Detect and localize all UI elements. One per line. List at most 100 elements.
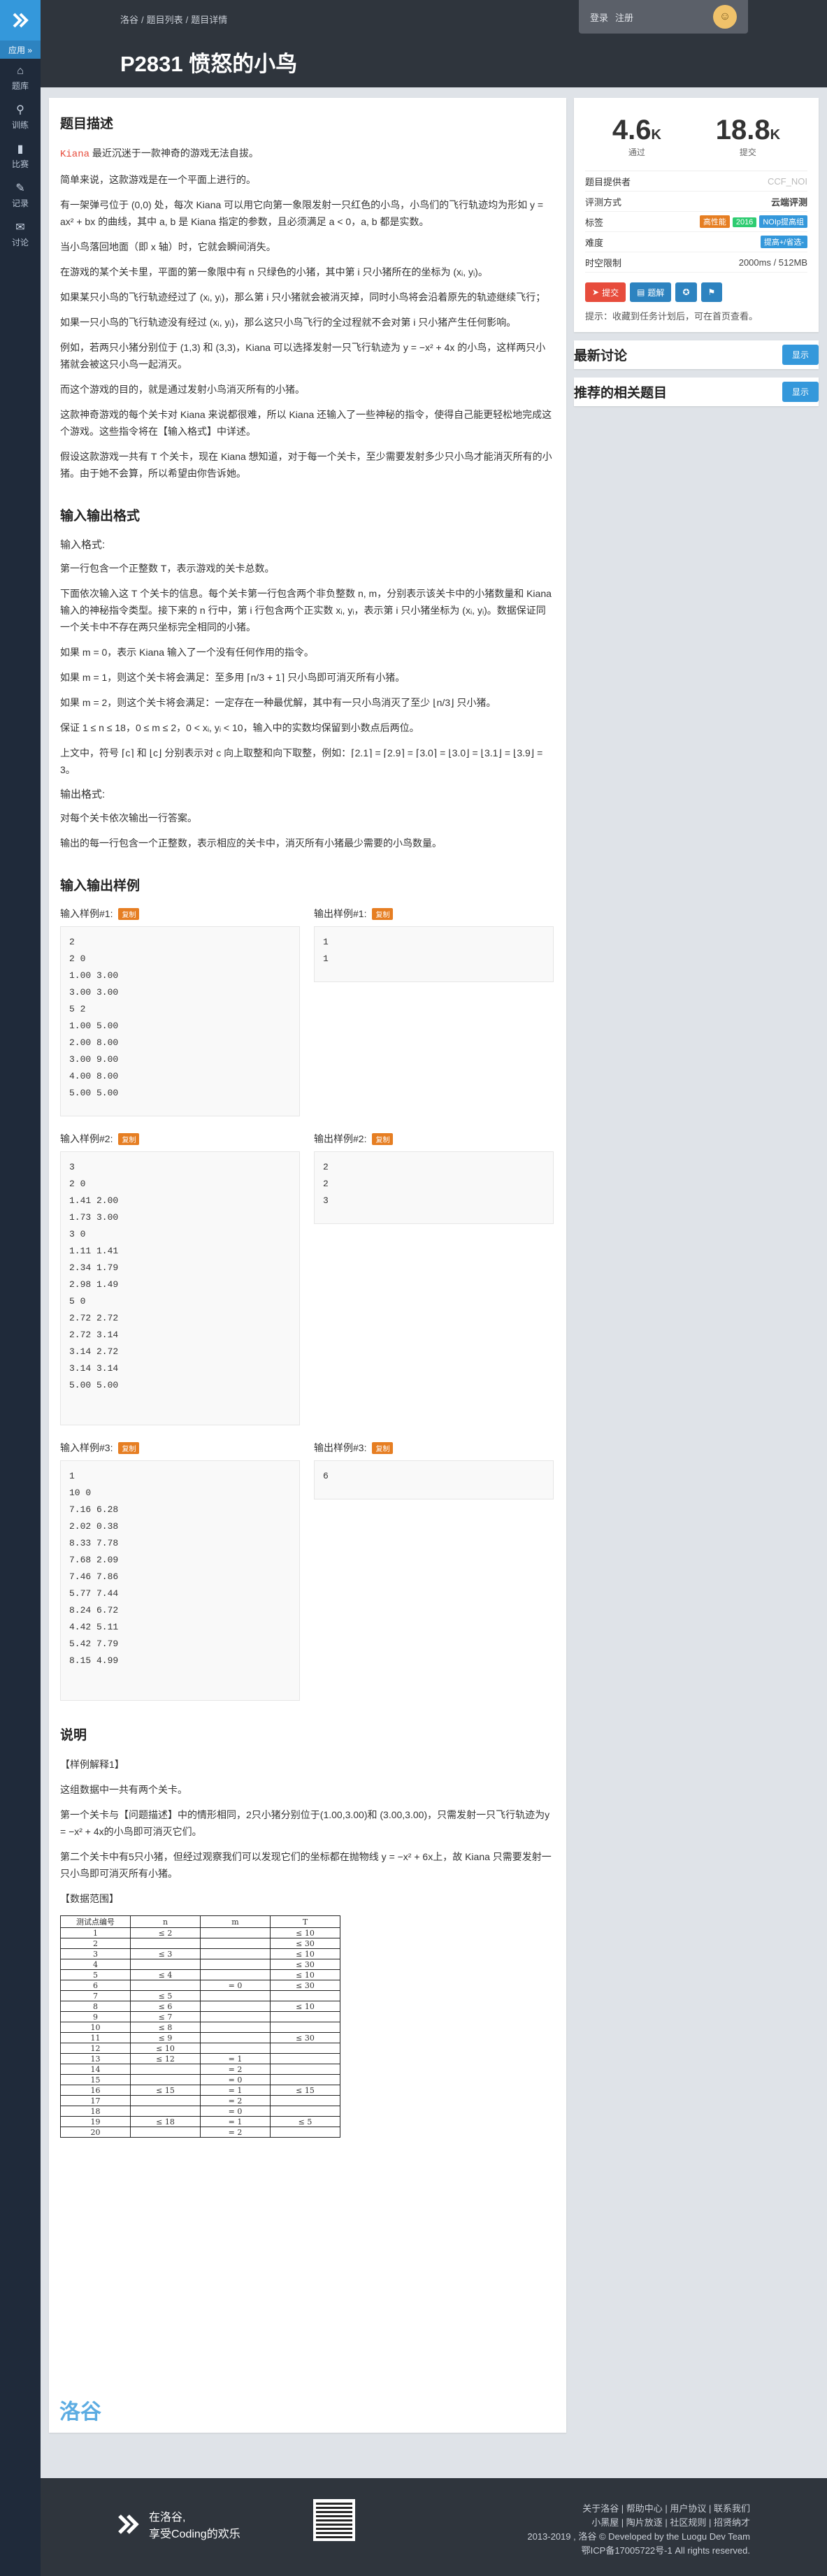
table-cell [200,2043,271,2054]
show-button[interactable]: 显示 [782,345,819,365]
table-cell [270,2022,340,2033]
input-format-label: 输入格式: [60,539,106,551]
paragraph: 第一个关卡与【问题描述】中的情形相同，2只小猪分别位于(1.00,3.00)和 … [60,1809,550,1837]
table-cell: = 1 [200,2085,271,2096]
copy-button[interactable]: 复制 [118,1132,140,1145]
table-row: 17 = 2 [60,2095,340,2106]
tag-icon: ⚑ [707,287,716,297]
tag-badge[interactable]: 2016 [732,217,757,227]
table-row: 7 ≤ 5 [60,1990,340,2001]
book-icon: ⌂ [17,65,24,77]
nav-discuss[interactable]: ✉ 讨论 [0,215,41,254]
table-cell: ≤ 5 [130,1990,201,2001]
table-cell: = 1 [200,2053,271,2064]
book-icon: ▤ [637,287,645,297]
nav-label: 题库 [11,81,29,91]
tag-button[interactable]: ⚑ [700,282,723,302]
table-cell: 10 [60,2022,131,2033]
table-cell [130,2095,201,2106]
paragraph: 而这个游戏的目的，就是通过发射小鸟消灭所有的小猪。 [60,384,305,395]
copy-button[interactable]: 复制 [372,1132,394,1145]
submit-stat: 18.8K 提交 [715,115,781,157]
table-cell: 9 [60,2011,131,2022]
nav-contest[interactable]: ▮ 比赛 [0,137,41,176]
table-cell: 14 [60,2064,131,2075]
provider-link[interactable]: CCF_NOI [768,176,807,187]
table-cell: ≤ 15 [130,2085,201,2096]
star-button[interactable]: ✪ [675,282,697,302]
table-row: 16 ≤ 15 = 1 ≤ 15 [60,2085,340,2096]
table-row: 10 ≤ 8 [60,2022,340,2033]
table-cell: 13 [60,2053,131,2064]
section-title: 输入输出格式 [60,509,141,524]
sample-output: 1 1 [314,926,554,982]
nav-label: 讨论 [11,238,29,247]
copy-button[interactable]: 复制 [372,1441,394,1454]
page-header: 洛谷 / 题目列表 / 题目详情 P2831 愤怒的小鸟 登录 注册 ☺ [41,0,827,87]
table-cell: 17 [60,2095,131,2106]
luogu-logo-icon[interactable] [0,0,41,41]
copy-button[interactable]: 复制 [118,907,140,920]
table-row: 19 ≤ 18 = 1 ≤ 5 [60,2116,340,2127]
paragraph: 当小鸟落回地面（即 x 轴）时，它就会瞬间消失。 [60,241,276,252]
tag-badge[interactable]: 高性能 [699,215,730,228]
table-cell: = 2 [200,2095,271,2106]
table-cell: 12 [60,2043,131,2054]
sample-output-label: 输出样例#3: [314,1442,367,1453]
sample-output-label: 输出样例#1: [314,908,367,919]
table-row: 20 = 2 [60,2127,340,2138]
nav-records[interactable]: ✎ 记录 [0,176,41,215]
table-row: 13 ≤ 12 = 1 [60,2053,340,2064]
apps-toggle[interactable]: 应用 » [0,41,41,59]
table-row: 1 ≤ 2 ≤ 10 [60,1927,340,1938]
solution-button[interactable]: ▤ 题解 [630,282,672,302]
table-cell [200,2032,271,2043]
table-cell [200,2022,271,2033]
table-cell [200,1990,271,2001]
table-row: 4 ≤ 30 [60,1959,340,1970]
breadcrumb-problem-list[interactable]: 题目列表 [147,15,183,25]
table-header: n [130,1915,201,1928]
paragraph: 下面依次输入这 T 个关卡的信息。每个关卡第一行包含两个非负整数 n, m，分别… [60,588,552,633]
show-button[interactable]: 显示 [782,382,819,402]
table-cell: ≤ 5 [270,2116,340,2127]
copy-button[interactable]: 复制 [372,907,394,920]
paragraph: 输出的每一行包含一个正整数，表示相应的关卡中，消灭所有小猪最少需要的小鸟数量。 [60,837,442,849]
table-row: 11 ≤ 9 ≤ 30 [60,2032,340,2043]
nav-training[interactable]: ⚲ 训练 [0,98,41,137]
breadcrumb: 洛谷 / 题目列表 / 题目详情 [120,15,228,25]
paragraph: 如果某只小鸟的飞行轨迹经过了 (xᵢ, yᵢ)，那么第 i 只小猪就会被消灭掉，… [60,292,546,303]
submit-button[interactable]: ➤ 提交 [585,282,626,302]
user-box: 登录 注册 ☺ [579,0,748,34]
slogan: 享受Coding的欢乐 [149,2528,240,2540]
section-title: 题目描述 [60,117,114,131]
table-cell [200,2011,271,2022]
bar-chart-icon: ▮ [17,143,24,155]
table-cell: 20 [60,2127,131,2138]
paragraph: 如果 m = 2，则这个关卡将会满足：一定存在一种最优解，其中有一只小鸟消灭了至… [60,697,496,708]
breadcrumb-home[interactable]: 洛谷 [120,15,138,25]
footer-line[interactable]: 关于洛谷 | 帮助中心 | 用户协议 | 联系我们 [527,2502,750,2516]
copy-button[interactable]: 复制 [118,1441,140,1454]
tag-badge[interactable]: NOIp提高组 [759,215,807,228]
footer-line[interactable]: 小黑屋 | 陶片放逐 | 社区规则 | 招贤纳才 [527,2516,750,2530]
description-section: 题目描述 Kiana 最近沉迷于一款神奇的游戏无法自拔。 简单来说，这款游戏是在… [60,113,554,482]
sample-input: 1 10 0 7.16 6.28 2.02 0.38 8.33 7.78 7.6… [60,1460,300,1701]
table-cell [130,2064,201,2075]
nav-problems[interactable]: ⌂ 题库 [0,59,41,98]
avatar[interactable]: ☺ [713,5,737,29]
table-cell: ≤ 10 [270,1969,340,1980]
star-icon: ✪ [682,287,690,297]
login-link[interactable]: 登录 [590,10,608,24]
chat-icon: ✉ [15,222,25,233]
register-link[interactable]: 注册 [615,10,633,24]
table-row: 3 ≤ 3 ≤ 10 [60,1948,340,1959]
table-cell: ≤ 30 [270,2032,340,2043]
table-header: m [200,1915,271,1928]
table-cell [270,1990,340,2001]
paragraph: 保证 1 ≤ n ≤ 18，0 ≤ m ≤ 2，0 < xᵢ, yᵢ < 10，… [60,722,419,733]
passed-stat: 4.6K 通过 [612,115,661,157]
sample-row: 输入样例#3: 复制 1 10 0 7.16 6.28 2.02 0.38 8.33… [60,1441,554,1701]
paragraph: 第二个关卡中有5只小猪，但经过观察我们可以发现它们的坐标都在抛物线 y = −x… [60,1851,552,1879]
table-cell [130,1959,201,1970]
